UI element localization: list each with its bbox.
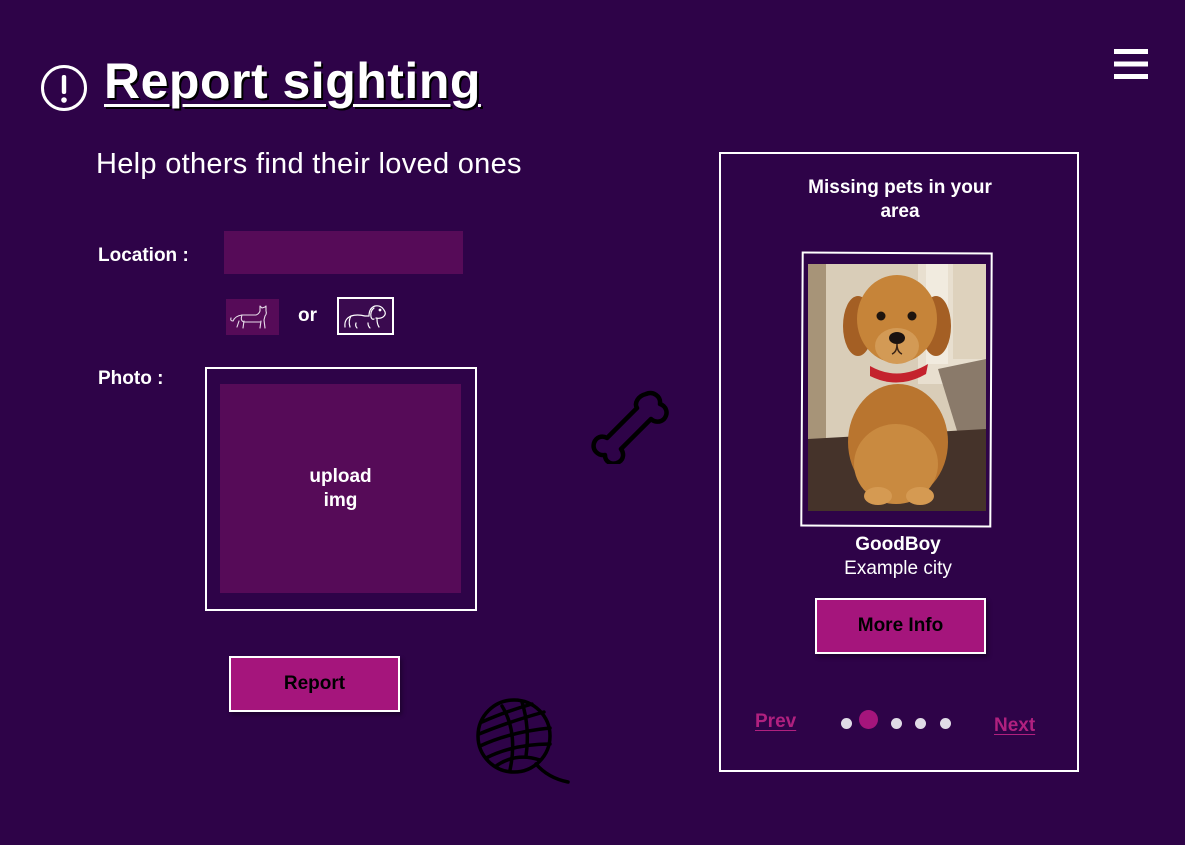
pet-name: GoodBoy <box>855 534 941 555</box>
pet-photo[interactable] <box>808 264 986 511</box>
upload-image-dropzone[interactable]: upload img <box>220 384 461 593</box>
or-separator: or <box>298 305 317 326</box>
photo-label: Photo : <box>98 368 164 389</box>
cat-option-button[interactable] <box>226 299 279 335</box>
pagination-dot-5[interactable] <box>940 718 951 729</box>
report-button[interactable]: Report <box>229 656 400 712</box>
more-info-button[interactable]: More Info <box>815 598 986 654</box>
page-title: Report sighting <box>104 53 481 109</box>
dog-icon <box>344 305 386 329</box>
pagination-dot-3[interactable] <box>891 718 902 729</box>
page-subtitle: Help others find their loved ones <box>96 148 522 180</box>
next-link[interactable]: Next <box>994 715 1035 737</box>
exclamation-circle-icon <box>41 65 87 111</box>
yarn-ball-icon <box>476 698 570 784</box>
cat-icon <box>230 305 267 329</box>
bone-icon <box>591 390 669 464</box>
upload-label: upload img <box>309 465 372 511</box>
prev-link[interactable]: Prev <box>755 711 796 733</box>
pet-city: Example city <box>844 558 952 579</box>
pagination-dot-4[interactable] <box>915 718 926 729</box>
missing-pets-title: Missing pets in your area <box>808 177 992 222</box>
location-input[interactable] <box>224 231 463 274</box>
location-label: Location : <box>98 245 189 266</box>
hamburger-menu-icon[interactable] <box>1114 48 1148 80</box>
dog-option-button[interactable] <box>337 297 394 335</box>
pagination-dot-1[interactable] <box>841 718 852 729</box>
pagination-dot-2[interactable] <box>859 710 878 729</box>
